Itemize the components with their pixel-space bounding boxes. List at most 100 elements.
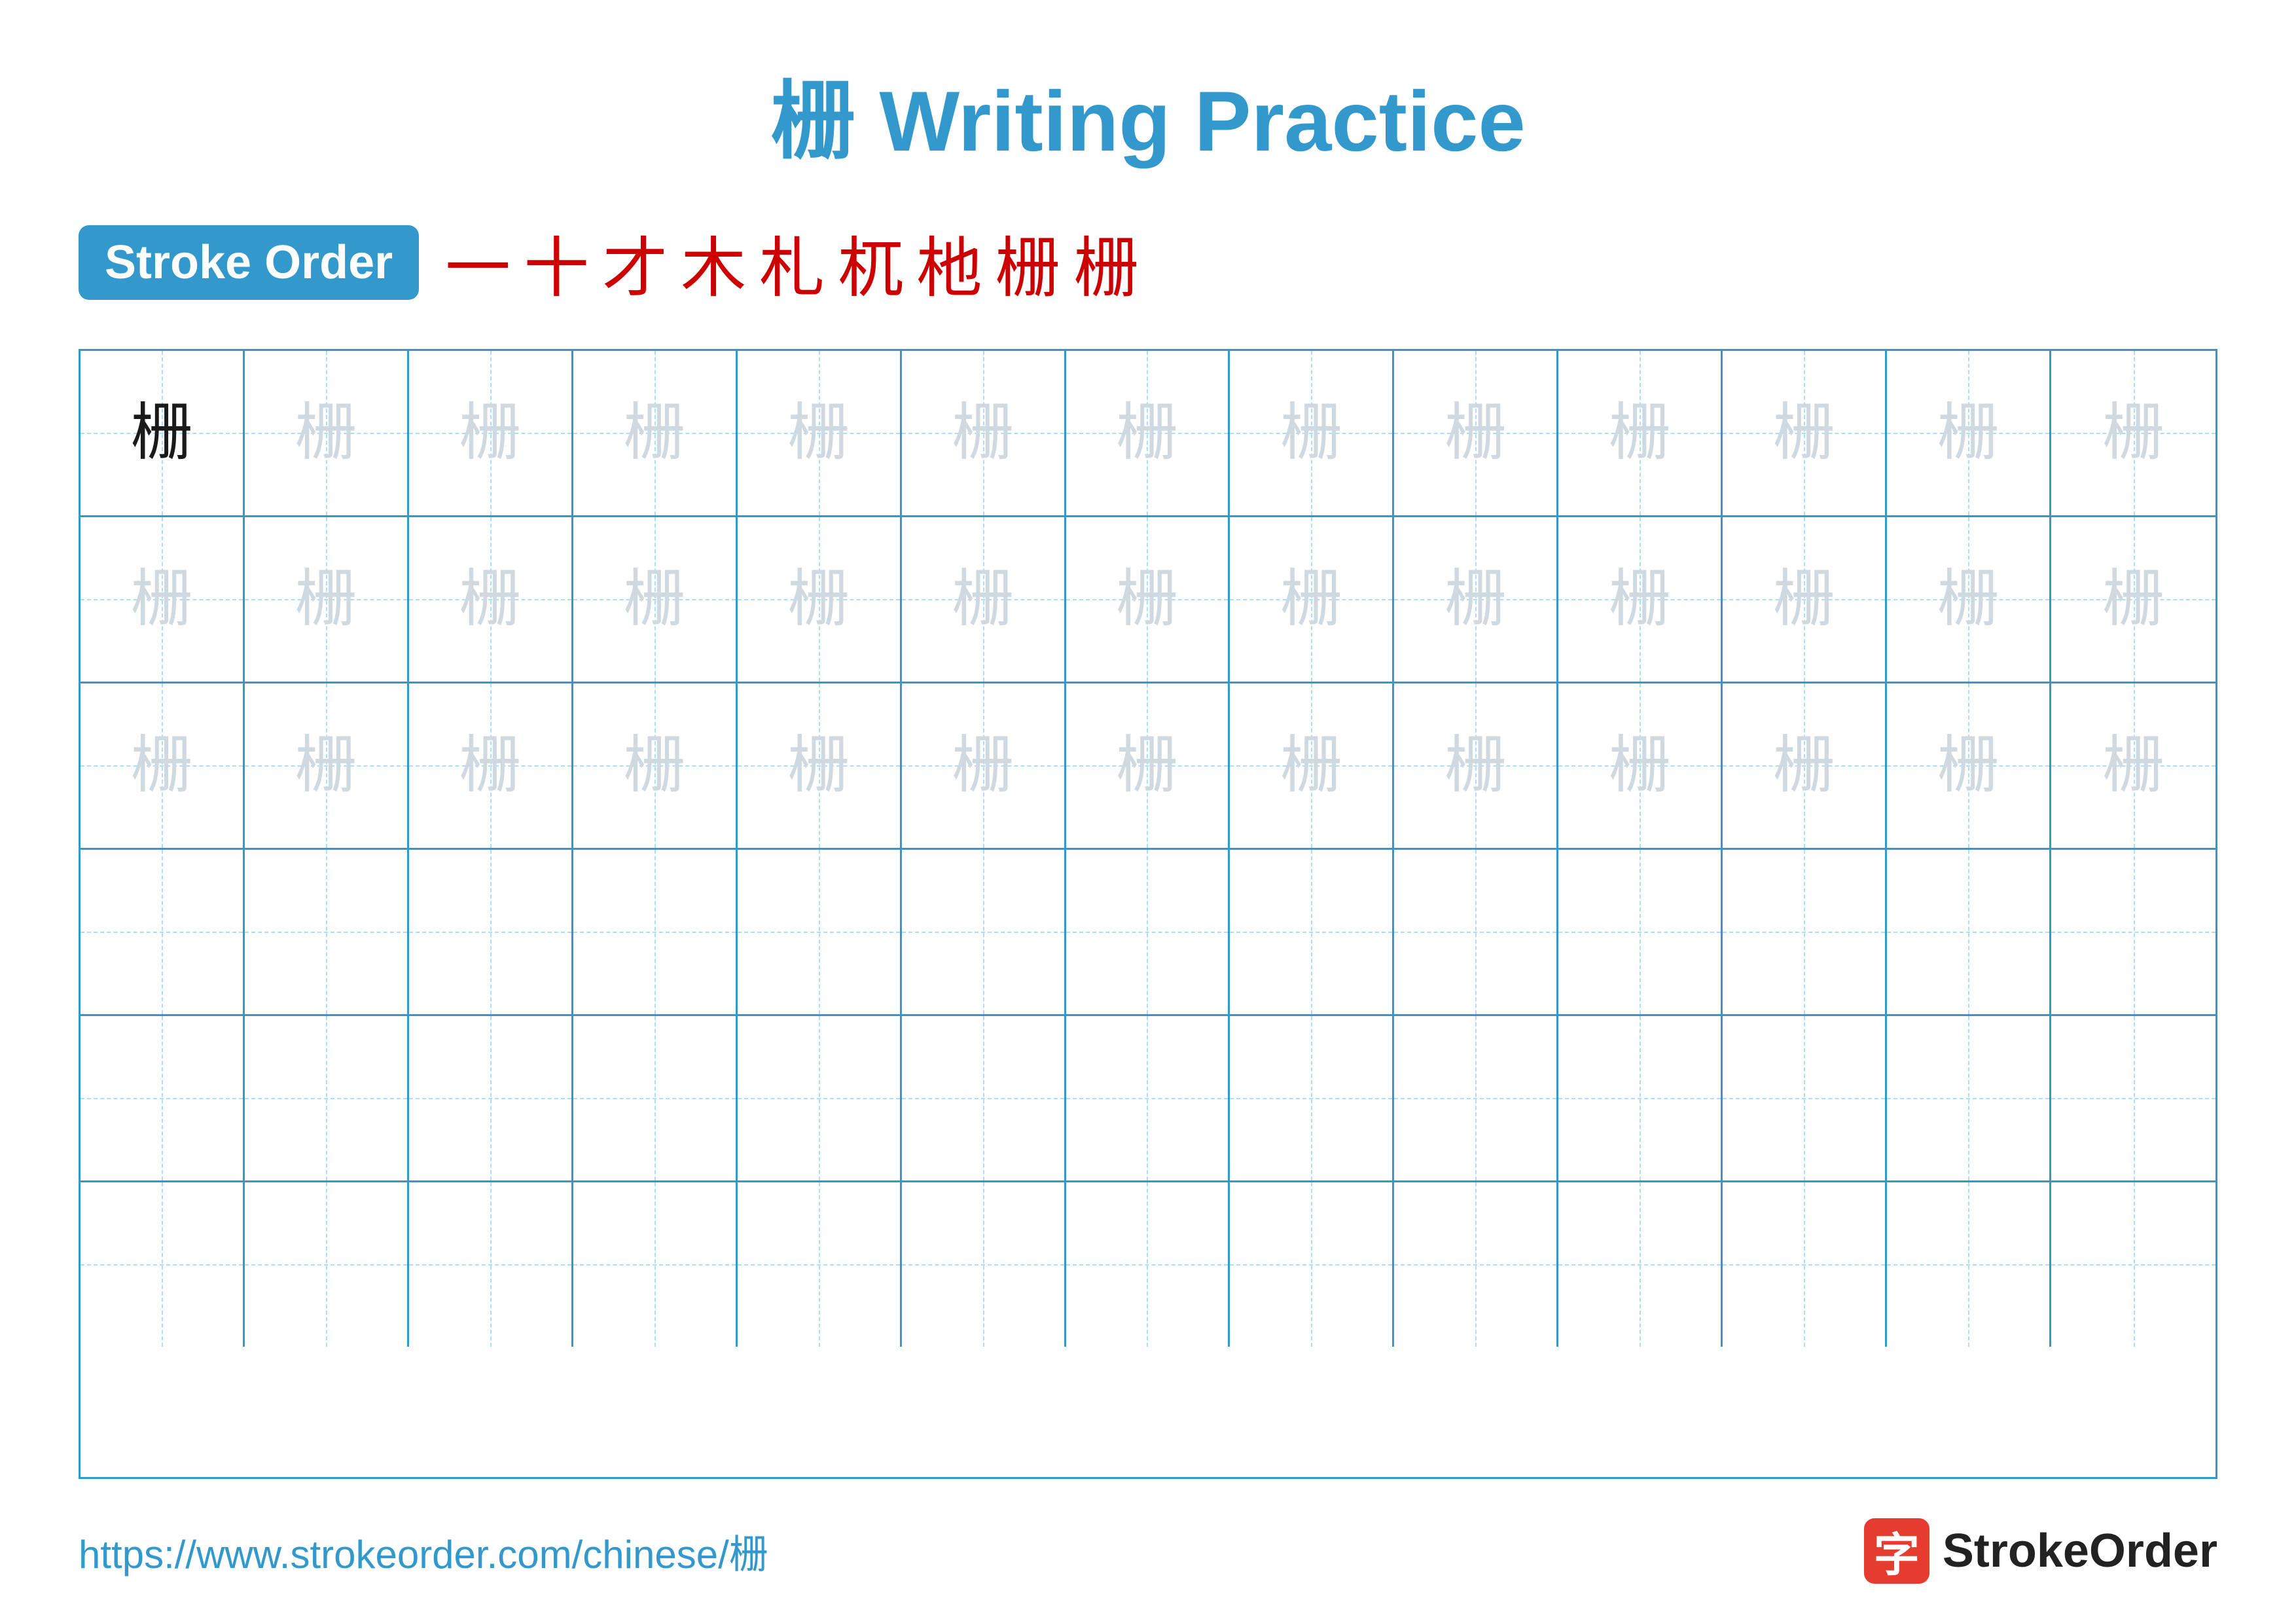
grid-cell[interactable]: 栅 xyxy=(245,351,409,515)
grid-cell[interactable] xyxy=(1230,1182,1394,1347)
grid-cell[interactable] xyxy=(1887,850,2051,1014)
grid-cell[interactable] xyxy=(409,1016,573,1180)
practice-char: 栅 xyxy=(1280,735,1342,797)
grid-cell[interactable]: 栅 xyxy=(1723,517,1887,682)
grid-cell[interactable]: 栅 xyxy=(1066,684,1230,848)
practice-char: 栅 xyxy=(1116,568,1178,630)
grid-cell[interactable]: 栅 xyxy=(573,351,738,515)
stroke-seq-1: 一 xyxy=(445,215,511,310)
grid-cell[interactable] xyxy=(1230,1016,1394,1180)
grid-cell[interactable]: 栅 xyxy=(1394,351,1558,515)
grid-cell[interactable] xyxy=(1066,1016,1230,1180)
grid-cell[interactable] xyxy=(245,1182,409,1347)
grid-cell[interactable]: 栅 xyxy=(1230,517,1394,682)
footer-url-link[interactable]: https://www.strokeorder.com/chinese/栅 xyxy=(79,1523,768,1580)
grid-cell[interactable]: 栅 xyxy=(245,684,409,848)
grid-cell[interactable]: 栅 xyxy=(1066,351,1230,515)
grid-cell[interactable] xyxy=(245,850,409,1014)
grid-cell[interactable]: 栅 xyxy=(1066,517,1230,682)
grid-cell[interactable] xyxy=(245,1016,409,1180)
grid-cell[interactable] xyxy=(81,1016,245,1180)
grid-cell[interactable] xyxy=(409,850,573,1014)
grid-cell[interactable] xyxy=(1887,1016,2051,1180)
grid-cell[interactable] xyxy=(409,1182,573,1347)
practice-char: 栅 xyxy=(787,735,850,797)
practice-char: 栅 xyxy=(1773,402,1835,464)
grid-cell[interactable]: 栅 xyxy=(1723,684,1887,848)
grid-cell[interactable]: 栅 xyxy=(738,351,902,515)
grid-cell[interactable]: 栅 xyxy=(2051,684,2215,848)
grid-cell[interactable]: 栅 xyxy=(1887,517,2051,682)
grid-cell[interactable]: 栅 xyxy=(409,517,573,682)
page: 栅 Writing Practice Stroke Order 一 十 才 木 … xyxy=(0,0,2296,1623)
grid-cell[interactable] xyxy=(738,1182,902,1347)
grid-cell[interactable] xyxy=(1558,1016,1723,1180)
grid-cell[interactable]: 栅 xyxy=(1887,351,2051,515)
grid-cell[interactable]: 栅 xyxy=(1558,517,1723,682)
grid-cell[interactable] xyxy=(1394,1016,1558,1180)
practice-char: 栅 xyxy=(1773,568,1835,630)
grid-cell[interactable] xyxy=(1066,850,1230,1014)
grid-cell[interactable]: 栅 xyxy=(738,684,902,848)
title-english: Writing Practice xyxy=(879,73,1525,169)
grid-cell[interactable]: 栅 xyxy=(245,517,409,682)
grid-cell[interactable]: 栅 xyxy=(2051,517,2215,682)
grid-cell[interactable] xyxy=(2051,1182,2215,1347)
grid-cell[interactable] xyxy=(738,1016,902,1180)
practice-char: 栅 xyxy=(295,735,357,797)
grid-cell[interactable]: 栅 xyxy=(1230,684,1394,848)
grid-cell[interactable] xyxy=(573,1016,738,1180)
practice-char: 栅 xyxy=(787,568,850,630)
grid-cell[interactable]: 栅 xyxy=(1558,684,1723,848)
grid-cell[interactable]: 栅 xyxy=(1230,351,1394,515)
grid-cell[interactable]: 栅 xyxy=(409,684,573,848)
grid-cell[interactable] xyxy=(573,850,738,1014)
grid-cell[interactable] xyxy=(1394,850,1558,1014)
grid-cell[interactable] xyxy=(1887,1182,2051,1347)
grid-cell[interactable] xyxy=(81,1182,245,1347)
grid-cell[interactable] xyxy=(2051,850,2215,1014)
grid-cell[interactable]: 栅 xyxy=(2051,351,2215,515)
grid-cell[interactable] xyxy=(902,1016,1066,1180)
practice-char: 栅 xyxy=(1280,568,1342,630)
grid-row-5 xyxy=(81,1016,2215,1182)
practice-char: 栅 xyxy=(623,402,685,464)
grid-cell[interactable] xyxy=(573,1182,738,1347)
grid-cell[interactable]: 栅 xyxy=(1394,517,1558,682)
practice-grid: 栅 栅 栅 栅 栅 栅 栅 栅 栅 栅 栅 栅 栅 栅 栅 栅 栅 栅 栅 栅 … xyxy=(79,349,2217,1479)
grid-cell[interactable] xyxy=(1230,850,1394,1014)
grid-cell[interactable]: 栅 xyxy=(1394,684,1558,848)
grid-cell[interactable] xyxy=(1558,850,1723,1014)
grid-cell[interactable] xyxy=(81,850,245,1014)
grid-cell[interactable]: 栅 xyxy=(738,517,902,682)
grid-cell[interactable]: 栅 xyxy=(81,517,245,682)
grid-cell[interactable]: 栅 xyxy=(81,684,245,848)
grid-cell[interactable]: 栅 xyxy=(1887,684,2051,848)
brand-icon: 字 xyxy=(1864,1518,1929,1584)
grid-cell[interactable]: 栅 xyxy=(409,351,573,515)
grid-cell[interactable]: 栅 xyxy=(902,351,1066,515)
grid-cell[interactable]: 栅 xyxy=(573,517,738,682)
grid-cell[interactable]: 栅 xyxy=(1558,351,1723,515)
stroke-seq-9: 栅 xyxy=(1073,215,1139,310)
grid-cell[interactable] xyxy=(2051,1016,2215,1180)
practice-char: 栅 xyxy=(1609,568,1671,630)
grid-cell[interactable] xyxy=(1558,1182,1723,1347)
grid-cell[interactable]: 栅 xyxy=(902,517,1066,682)
grid-cell[interactable] xyxy=(1066,1182,1230,1347)
grid-cell[interactable] xyxy=(1723,850,1887,1014)
grid-cell[interactable]: 栅 xyxy=(81,351,245,515)
practice-char: 栅 xyxy=(459,568,521,630)
grid-cell[interactable] xyxy=(738,850,902,1014)
practice-char: 栅 xyxy=(1609,735,1671,797)
practice-char: 栅 xyxy=(130,402,192,464)
title-chinese-char: 栅 xyxy=(770,73,855,169)
grid-cell[interactable] xyxy=(902,850,1066,1014)
grid-cell[interactable] xyxy=(1394,1182,1558,1347)
grid-cell[interactable]: 栅 xyxy=(573,684,738,848)
grid-cell[interactable]: 栅 xyxy=(1723,351,1887,515)
grid-cell[interactable]: 栅 xyxy=(902,684,1066,848)
grid-cell[interactable] xyxy=(1723,1182,1887,1347)
grid-cell[interactable] xyxy=(1723,1016,1887,1180)
grid-cell[interactable] xyxy=(902,1182,1066,1347)
